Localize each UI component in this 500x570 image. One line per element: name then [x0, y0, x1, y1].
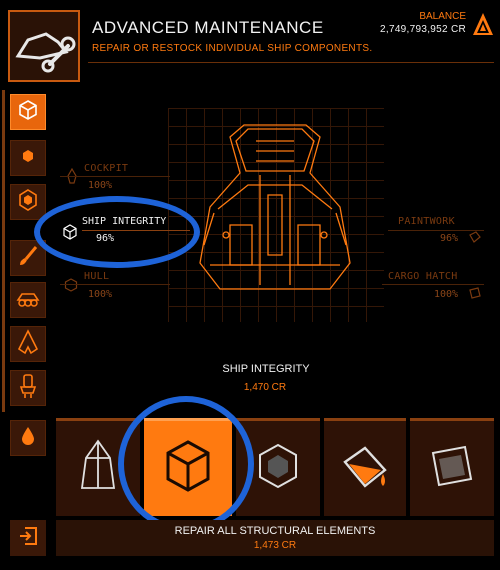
cargo-hatch-leader-line: [382, 284, 484, 285]
page-title: ADVANCED MAINTENANCE: [92, 18, 324, 37]
paint-bucket-icon: [339, 440, 391, 497]
sidebar-item-vehicles[interactable]: [10, 282, 46, 318]
sidebar-item-structure[interactable]: [10, 94, 46, 130]
sidebar-item-fuel[interactable]: [10, 420, 46, 456]
header-divider: [88, 62, 494, 63]
balance-value: 2,749,793,952 CR: [380, 24, 466, 35]
cockpit-icon: [66, 167, 78, 189]
hexagon-small-icon: [17, 145, 39, 172]
highlight-ring-selected-tile: [118, 396, 254, 532]
cockpit-canopy-icon: [78, 438, 118, 499]
cockpit-label[interactable]: COCKPIT: [84, 163, 128, 174]
hull-label[interactable]: HULL: [84, 271, 109, 282]
tile-paintwork[interactable]: [324, 418, 406, 516]
paintwork-label[interactable]: PAINTWORK: [398, 216, 455, 227]
sidebar-item-core[interactable]: [10, 140, 46, 176]
exit-button[interactable]: [10, 520, 46, 556]
cockpit-percentage: 100%: [88, 180, 113, 191]
hull-hexagon-icon: [64, 278, 78, 297]
fuel-drop-icon: [18, 425, 38, 452]
exit-door-icon: [17, 525, 39, 552]
cargo-hatch-label[interactable]: CARGO HATCH: [388, 271, 458, 282]
paintwork-percentage: 96%: [440, 233, 459, 244]
hexagon-icon: [16, 188, 40, 217]
selected-component-cost: 1,470 CR: [243, 382, 287, 393]
hexagon-icon: [256, 442, 300, 495]
hull-percentage: 100%: [88, 289, 113, 300]
cargo-hatch-percentage: 100%: [434, 289, 459, 300]
ship-schematic: [190, 115, 360, 295]
elite-logo-icon: [472, 12, 494, 36]
repair-all-label: REPAIR ALL STRUCTURAL ELEMENTS: [174, 525, 376, 537]
ship-outline-icon: [16, 328, 40, 360]
repair-all-cost: 1,473 CR: [253, 540, 297, 551]
cargo-hatch-small-icon: [468, 286, 482, 305]
srv-vehicle-icon: [15, 287, 41, 314]
cube-icon: [17, 99, 39, 126]
cockpit-leader-line: [60, 176, 170, 177]
hull-leader-line: [60, 284, 170, 285]
cargo-hatch-icon: [427, 441, 477, 496]
maintenance-ship-wrench-icon: [8, 10, 80, 82]
selected-component-name: SHIP INTEGRITY: [222, 363, 310, 375]
sidebar-item-ships[interactable]: [10, 326, 46, 362]
sidebar-item-optional[interactable]: [10, 184, 46, 220]
highlight-ring-ship-integrity: [34, 196, 200, 268]
paint-bucket-small-icon: [468, 230, 482, 249]
paint-brush-icon: [16, 244, 40, 273]
page-subtitle: REPAIR OR RESTOCK INDIVIDUAL SHIP COMPON…: [92, 43, 373, 54]
tile-cargo-hatch[interactable]: [410, 418, 494, 516]
balance-label: BALANCE: [419, 11, 466, 22]
